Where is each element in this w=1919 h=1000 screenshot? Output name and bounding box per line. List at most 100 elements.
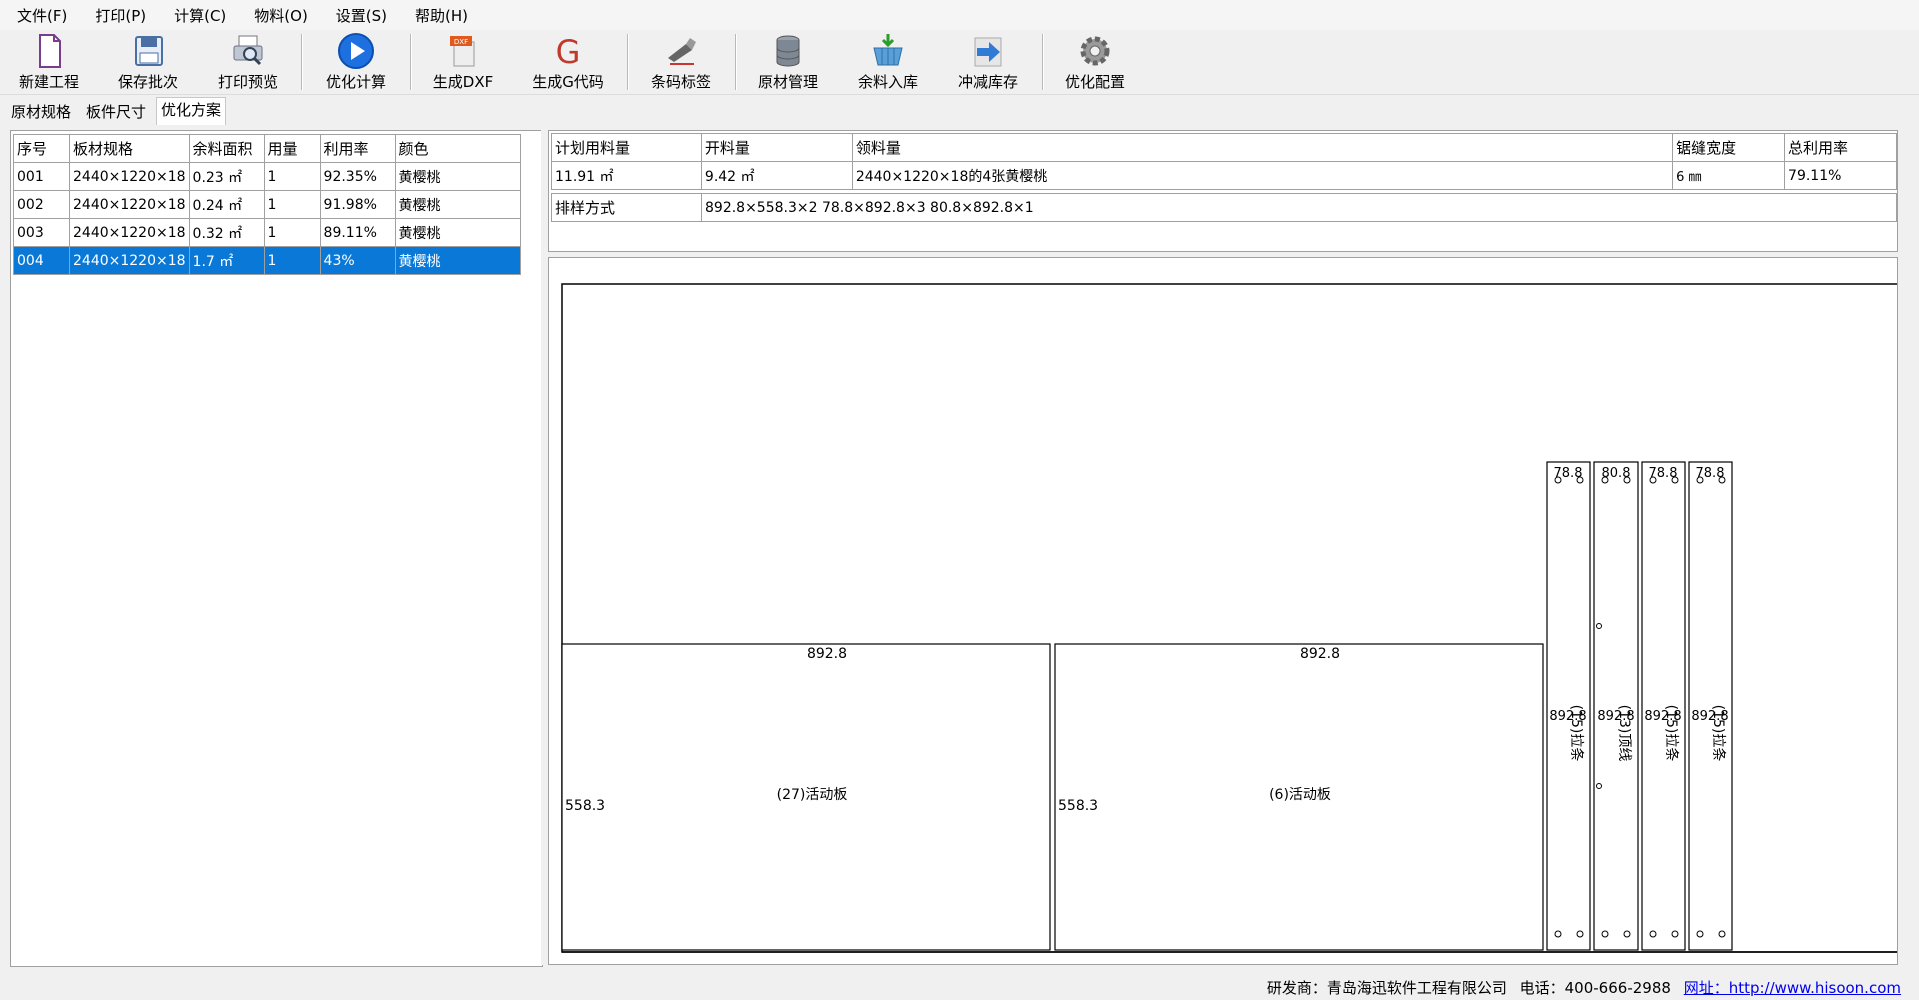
summary-value-planned: 11.91 ㎡ [551,161,702,190]
column-header-color[interactable]: 颜色 [394,134,521,163]
optimization-config-label: 优化配置 [1064,73,1125,91]
table-row[interactable]: 002 2440×1220×18 0.24 ㎡ 1 91.98% 黄樱桃 [13,190,521,219]
table-row[interactable]: 001 2440×1220×18 0.23 ㎡ 1 92.35% 黄樱桃 [13,162,521,191]
summary-header-issued: 领料量 [851,133,1674,162]
summary-header-kerf: 锯缝宽度 [1672,133,1786,162]
menu-bar: 文件(F) 打印(P) 计算(C) 物料(O) 设置(S) 帮助(H) [0,0,1919,30]
column-header-remnant-area[interactable]: 余料面积 [188,134,265,163]
plan-table-header: 序号 板材规格 余料面积 用量 利用率 颜色 [13,134,521,163]
generate-dxf-button[interactable]: DXF 生成DXF [428,32,498,92]
column-header-quantity[interactable]: 用量 [263,134,321,163]
part-name-label: (13)顶线 [1616,705,1632,762]
remnant-stock-in-button[interactable]: 余料入库 [852,32,924,92]
cell-remnant-area: 0.32 ㎡ [188,218,265,247]
cell-quantity: 1 [263,218,321,247]
cell-utilization: 89.11% [319,218,396,247]
database-icon [776,35,800,67]
cell-color: 黄樱桃 [394,190,521,219]
play-icon [338,33,374,69]
part-name-label: (27)活动板 [777,787,848,803]
cell-board-spec: 2440×1220×18 [69,218,190,247]
summary-value-row: 11.91 ㎡ 9.42 ㎡ 2440×1220×18的4张黄樱桃 6 ㎜ 79… [551,161,1897,190]
optimize-calc-button[interactable]: 优化计算 [320,32,392,92]
part-big-1[interactable]: 892.8 558.3 (27)活动板 [561,643,1051,951]
part-strip-1[interactable]: 78.8 892.8 (15)拉条 [1546,461,1591,951]
layout-value: 892.8×558.3×2 78.8×892.8×3 80.8×892.8×1 [701,193,1897,222]
column-header-board-spec[interactable]: 板材规格 [69,134,190,163]
layout-label: 排样方式 [551,193,702,222]
toolbar-separator [1042,34,1044,90]
generate-dxf-label: 生成DXF [432,73,494,91]
panel-splitter[interactable] [541,130,546,965]
material-management-button[interactable]: 原材管理 [752,32,824,92]
barcode-scanner-icon [668,38,696,65]
tab-raw-material-specs[interactable]: 原材规格 [6,99,76,125]
status-text: 研发商：青岛海迅软件工程有限公司 电话：400-666-2988 网址：http… [1267,977,1901,998]
remnant-stock-in-label: 余料入库 [857,73,918,91]
save-batch-label: 保存批次 [117,73,178,91]
status-bar: 研发商：青岛海迅软件工程有限公司 电话：400-666-2988 网址：http… [0,972,1919,1000]
developer-text: 研发商：青岛海迅软件工程有限公司 [1266,979,1507,997]
cell-index: 002 [13,190,70,219]
optimization-config-button[interactable]: 优化配置 [1058,32,1132,92]
deduct-inventory-label: 冲减库存 [957,73,1018,91]
table-row[interactable]: 003 2440×1220×18 0.32 ㎡ 1 89.11% 黄樱桃 [13,218,521,247]
summary-value-issued: 2440×1220×18的4张黄樱桃 [851,161,1674,190]
part-strip-3[interactable]: 78.8 892.8 (15)拉条 [1641,461,1686,951]
material-management-label: 原材管理 [757,73,818,91]
website-link[interactable]: 网址：http://www.hisoon.com [1684,979,1901,997]
menu-settings[interactable]: 设置(S) [319,5,398,26]
menu-help[interactable]: 帮助(H) [398,5,479,26]
cell-remnant-area: 1.7 ㎡ [188,246,265,275]
menu-print[interactable]: 打印(P) [78,5,157,26]
cell-index: 001 [13,162,70,191]
part-strip-4[interactable]: 78.8 892.8 (15)拉条 [1688,461,1733,951]
optimize-calc-label: 优化计算 [325,73,386,91]
save-batch-button[interactable]: 保存批次 [113,32,183,92]
new-project-label: 新建工程 [18,73,79,91]
svg-text:G: G [556,33,581,70]
summary-value-total-utilization: 79.11% [1784,161,1897,190]
tab-panel-sizes[interactable]: 板件尺寸 [81,99,151,125]
new-project-icon [39,34,61,68]
deduct-inventory-button[interactable]: 冲减库存 [952,32,1024,92]
toolbar-separator [301,34,303,90]
cell-index: 003 [13,218,70,247]
print-preview-button[interactable]: 打印预览 [212,32,284,92]
toolbar-separator [735,34,737,90]
cell-utilization: 43% [319,246,396,275]
menu-material[interactable]: 物料(O) [237,5,319,26]
menu-file[interactable]: 文件(F) [0,5,78,26]
part-name-label: (6)活动板 [1269,787,1331,803]
plan-table: 序号 板材规格 余料面积 用量 利用率 颜色 001 2440×1220×18 … [13,134,521,275]
part-name-label: (15)拉条 [1710,705,1727,762]
barcode-label-button[interactable]: 条码标签 [645,32,717,92]
svg-text:DXF: DXF [454,38,468,46]
new-project-button[interactable]: 新建工程 [14,32,84,92]
cutting-layout-canvas[interactable]: 892.8 558.3 (27)活动板 892.8 558.3 (6)活动板 7… [548,257,1898,965]
cell-board-spec: 2440×1220×18 [69,162,190,191]
cell-color: 黄樱桃 [394,246,521,275]
generate-gcode-button[interactable]: G 生成G代码 [529,32,607,92]
cell-color: 黄樱桃 [394,162,521,191]
part-height-label: 558.3 [565,798,605,814]
gear-icon [1080,36,1110,66]
column-header-index[interactable]: 序号 [13,134,70,163]
part-width-label: 78.8 [1554,466,1583,481]
tab-optimization-plan[interactable]: 优化方案 [156,97,227,125]
summary-table: 计划用料量 开料量 领料量 锯缝宽度 总利用率 11.91 ㎡ 9.42 ㎡ 2… [551,133,1897,190]
toolbar: 新建工程 保存批次 打印预览 优化计算 DXF 生成DXF G 生成G代码 条码… [0,30,1919,95]
table-row-selected[interactable]: 004 2440×1220×18 1.7 ㎡ 1 43% 黄樱桃 [13,246,521,275]
cell-board-spec: 2440×1220×18 [69,190,190,219]
part-big-2[interactable]: 892.8 558.3 (6)活动板 [1054,643,1544,951]
menu-calculate[interactable]: 计算(C) [157,5,237,26]
summary-header-row: 计划用料量 开料量 领料量 锯缝宽度 总利用率 [551,133,1897,162]
summary-header-total-utilization: 总利用率 [1784,133,1897,162]
cutting-layout-svg: 892.8 558.3 (27)活动板 892.8 558.3 (6)活动板 7… [561,283,1897,953]
part-strip-2[interactable]: 80.8 892.8 (13)顶线 [1593,461,1639,951]
column-header-utilization[interactable]: 利用率 [319,134,396,163]
cell-remnant-area: 0.23 ㎡ [188,162,265,191]
basket-icon [873,34,903,66]
part-width-label: 78.8 [1696,466,1725,481]
part-width-label: 892.8 [807,646,847,662]
